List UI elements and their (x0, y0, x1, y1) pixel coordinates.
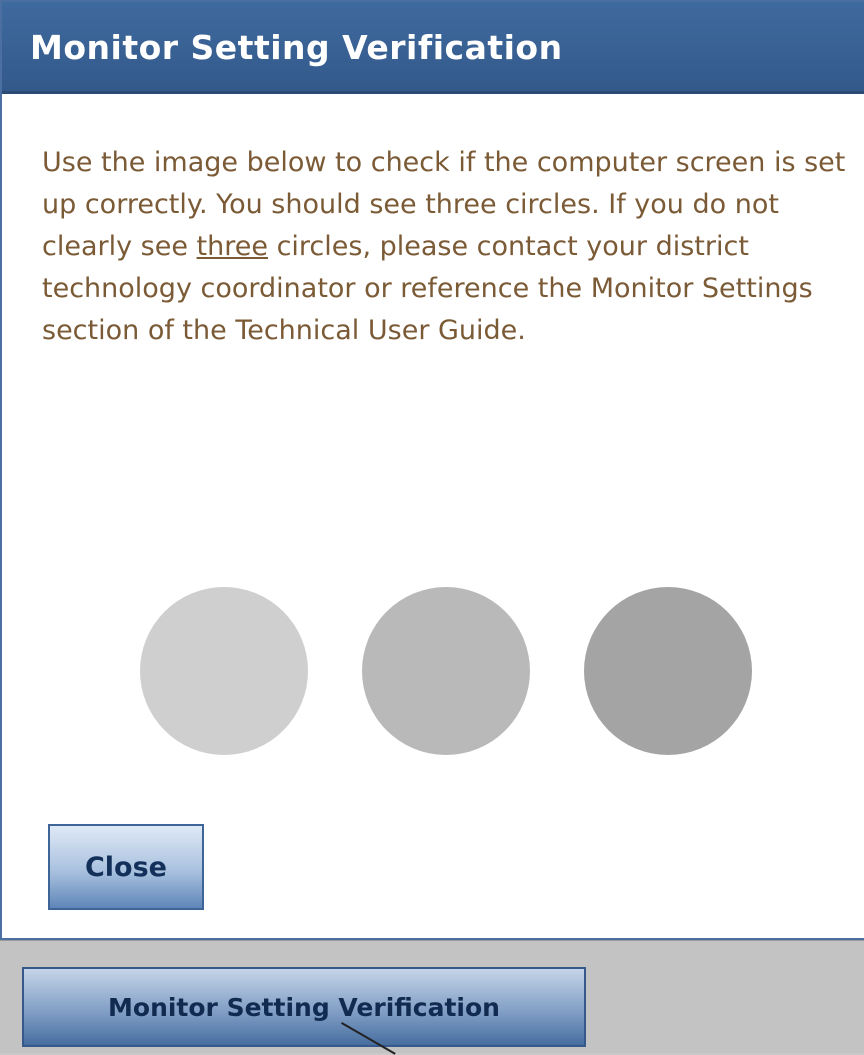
dialog-header: Monitor Setting Verification (2, 2, 864, 94)
monitor-setting-verification-button[interactable]: Monitor Setting Verification (22, 967, 586, 1047)
monitor-verification-dialog: Monitor Setting Verification Use the ima… (0, 0, 864, 940)
circle-dark (584, 587, 752, 755)
circle-light (140, 587, 308, 755)
taskbar: Monitor Setting Verification (0, 940, 864, 1053)
dialog-message: Use the image below to check if the comp… (42, 142, 852, 352)
test-circles (2, 582, 864, 762)
dialog-title: Monitor Setting Verification (30, 28, 563, 67)
circle-medium (362, 587, 530, 755)
close-button[interactable]: Close (48, 824, 204, 910)
message-emphasis: three (196, 231, 268, 262)
